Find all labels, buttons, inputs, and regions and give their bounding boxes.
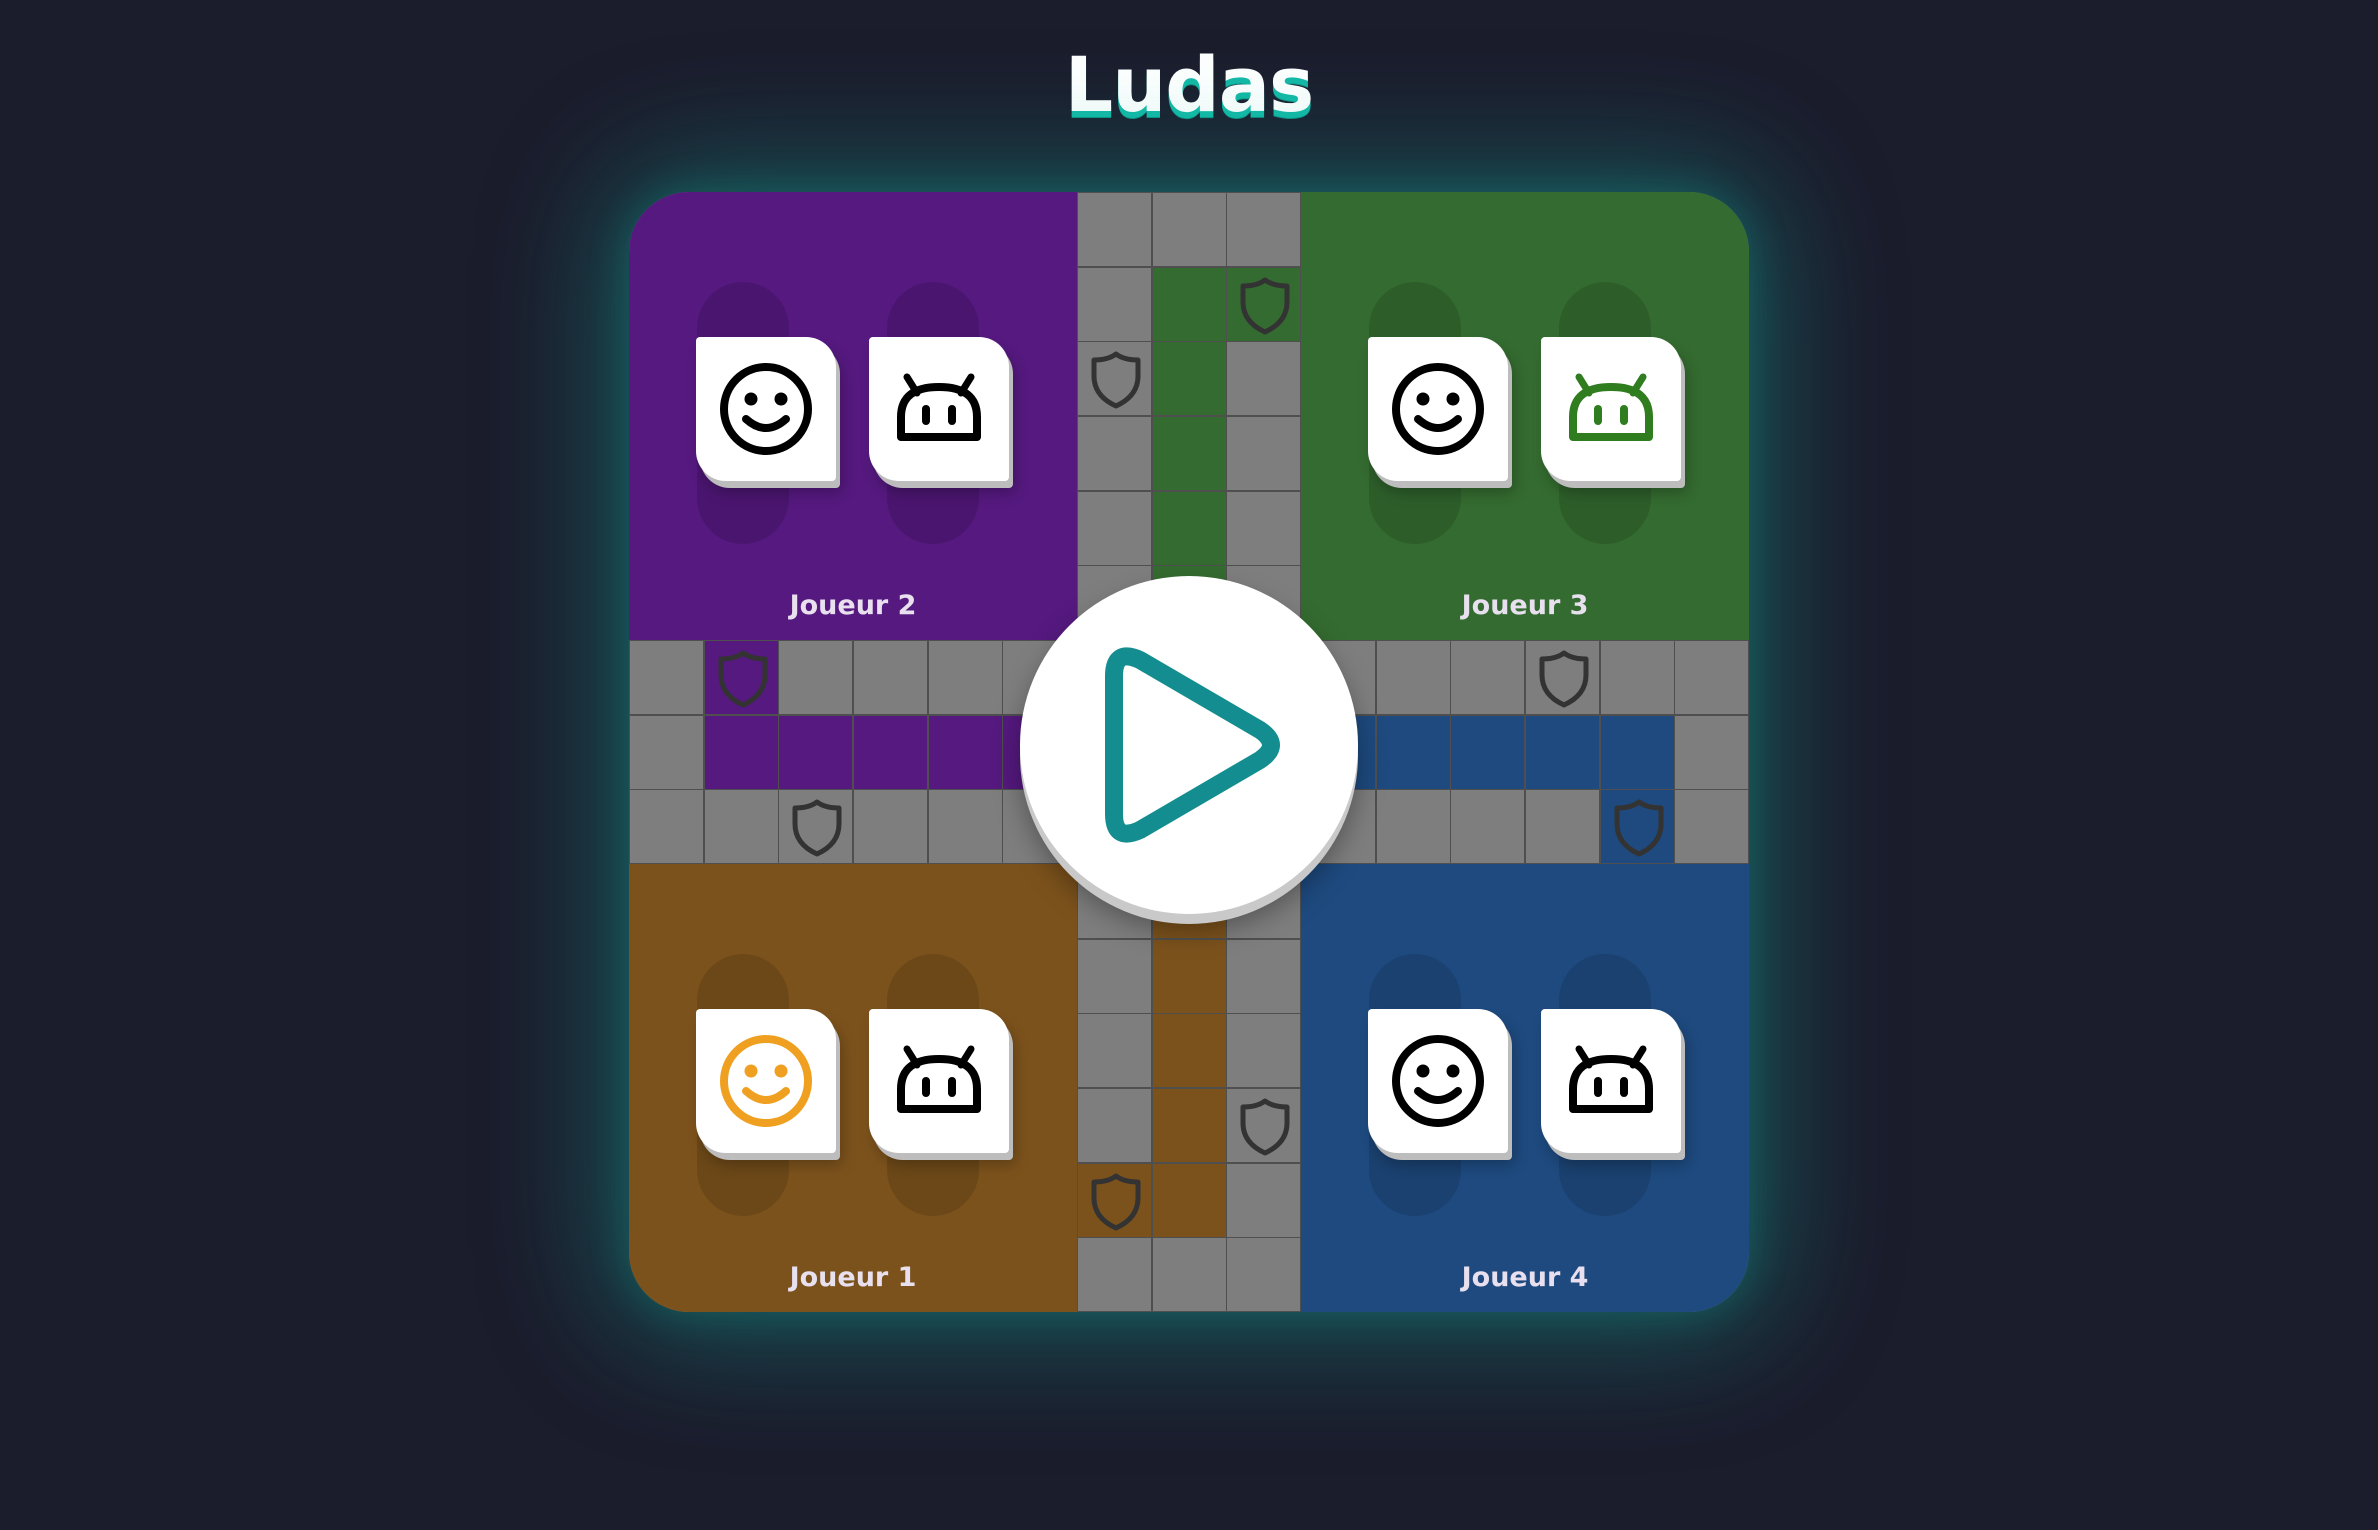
safe-square[interactable] [1226,1088,1302,1164]
track-square[interactable] [1226,490,1302,566]
safe-square[interactable] [778,789,854,865]
robot-face-icon [897,1045,981,1114]
safe-square[interactable] [1226,266,1302,342]
track-square[interactable] [1450,640,1526,716]
track-square[interactable] [1525,789,1601,865]
shield-icon [1091,1173,1141,1231]
robot-piece[interactable] [869,1009,1009,1154]
track-square[interactable] [1226,192,1302,267]
track-square[interactable] [1077,266,1153,342]
robot-face-icon [1569,1045,1654,1114]
track-square[interactable] [703,789,779,865]
track-square[interactable] [629,789,704,865]
track-square[interactable] [1151,1162,1227,1238]
track-square[interactable] [629,640,704,716]
track-square[interactable] [1375,640,1451,716]
shield-icon [792,799,842,857]
track-square[interactable] [629,714,704,790]
player-label: Joueur 1 [789,1262,917,1294]
track-square[interactable] [1151,490,1227,566]
play-icon [1105,647,1280,843]
track-square[interactable] [1450,714,1526,790]
track-square[interactable] [1151,266,1227,342]
track-square[interactable] [1599,714,1675,790]
track-square[interactable] [1077,1088,1153,1164]
track-square[interactable] [1151,192,1227,267]
track-square[interactable] [1226,1013,1302,1089]
shield-icon [718,650,768,708]
player-label: Joueur 4 [1461,1262,1589,1294]
human-piece[interactable] [1368,337,1509,481]
track-square[interactable] [853,789,928,865]
robot-piece[interactable] [1541,337,1682,481]
human-piece[interactable] [696,1009,836,1154]
track-square[interactable] [1151,416,1227,491]
track-square[interactable] [778,714,854,790]
player-label: Joueur 3 [1461,590,1589,621]
home-player-2: Joueur 2 [629,192,1078,641]
track-square[interactable] [1375,714,1451,790]
track-square[interactable] [1450,789,1526,865]
robot-piece[interactable] [869,337,1009,481]
track-square[interactable] [1077,416,1153,491]
safe-square[interactable] [703,640,779,716]
smiley-face-icon [720,1035,812,1128]
track-square[interactable] [1151,938,1227,1014]
track-square[interactable] [853,640,928,716]
human-piece[interactable] [1368,1009,1509,1154]
shield-icon [1240,277,1290,335]
track-square[interactable] [1151,341,1227,417]
safe-square[interactable] [1599,789,1675,865]
track-square[interactable] [1151,1013,1227,1089]
track-square[interactable] [1226,1162,1302,1238]
smiley-face-icon [1392,363,1485,455]
safe-square[interactable] [1077,1162,1153,1238]
track-square[interactable] [1674,640,1749,716]
track-square[interactable] [1674,789,1749,865]
track-square[interactable] [1151,1237,1227,1312]
track-square[interactable] [703,714,779,790]
safe-square[interactable] [1525,640,1601,716]
game-title: Ludas [1064,40,1314,129]
track-square[interactable] [927,714,1003,790]
track-square[interactable] [1375,789,1451,865]
track-square[interactable] [1077,490,1153,566]
track-square[interactable] [1226,416,1302,491]
track-square[interactable] [1077,1013,1153,1089]
shield-icon [1539,650,1589,708]
robot-face-icon [897,373,981,441]
shield-icon [1240,1098,1290,1156]
human-piece[interactable] [696,337,836,481]
game-screen: Ludas Joueur 2 Joueur 3 Joueur 1 Joueur … [0,0,2378,1530]
home-player-3: Joueur 3 [1301,192,1749,641]
home-player-4: Joueur 4 [1301,864,1749,1312]
track-square[interactable] [1077,938,1153,1014]
track-square[interactable] [1226,1237,1302,1312]
track-square[interactable] [1599,640,1675,716]
player-label: Joueur 2 [789,590,917,621]
track-square[interactable] [1226,341,1302,417]
play-button[interactable] [1020,576,1358,914]
home-player-1: Joueur 1 [629,864,1078,1312]
track-square[interactable] [853,714,928,790]
track-square[interactable] [778,640,854,716]
track-square[interactable] [1674,714,1749,790]
robot-face-icon [1569,373,1654,441]
robot-piece[interactable] [1541,1009,1682,1154]
track-square[interactable] [1525,714,1601,790]
safe-square[interactable] [1077,341,1153,417]
smiley-face-icon [720,363,812,455]
track-square[interactable] [927,789,1003,865]
track-square[interactable] [1077,192,1153,267]
smiley-face-icon [1392,1035,1485,1128]
track-square[interactable] [927,640,1003,716]
track-square[interactable] [1151,1088,1227,1164]
track-square[interactable] [1226,938,1302,1014]
shield-icon [1091,351,1141,409]
track-square[interactable] [1077,1237,1153,1312]
shield-icon [1614,799,1664,857]
